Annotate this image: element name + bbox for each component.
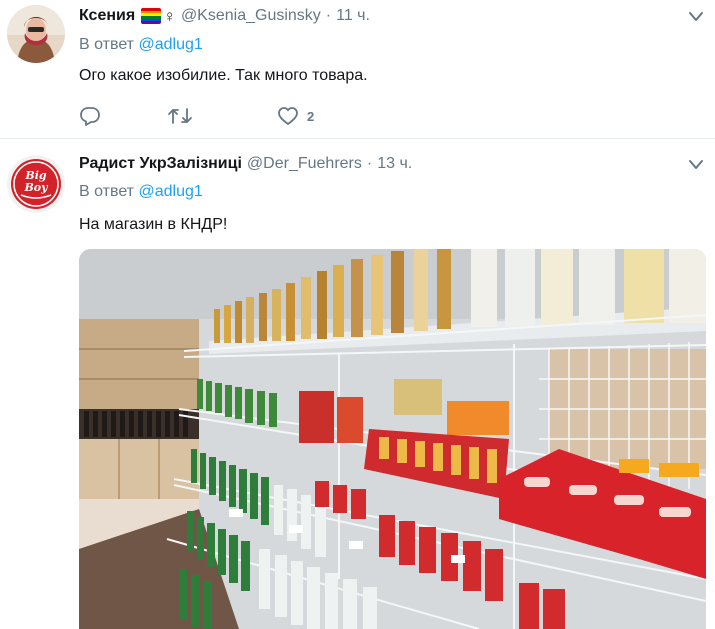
tweet-photo[interactable] — [79, 249, 706, 629]
timestamp[interactable]: 13 ч. — [377, 155, 412, 173]
tweet-text: Ого какое изобилие. Так много товара. — [79, 67, 368, 84]
like-count: 2 — [307, 108, 315, 124]
avatar[interactable] — [7, 5, 65, 63]
user-handle[interactable]: @Der_Fuehrers — [247, 155, 362, 173]
female-sign-icon: ♀ — [163, 6, 176, 26]
user-handle[interactable]: @Ksenia_Gusinsky — [181, 7, 321, 25]
reply-context: В ответ @adlug1 — [79, 36, 203, 54]
tweet-text: На магазин в КНДР! — [79, 216, 228, 233]
reply-context: В ответ @adlug1 — [79, 183, 203, 201]
reply-prefix: В ответ — [79, 36, 135, 53]
tweet-actions: 2 — [79, 104, 314, 128]
tweet[interactable]: Big Boy Радист УкрЗалізниці @Der_Fuehrer… — [0, 138, 715, 629]
like-button[interactable]: 2 — [277, 106, 314, 126]
tweet-header: Ксения ♀ @Ksenia_Gusinsky · 11 ч. — [79, 5, 370, 27]
avatar[interactable]: Big Boy — [7, 155, 65, 213]
display-name[interactable]: Ксения — [79, 7, 135, 25]
reply-prefix: В ответ — [79, 183, 135, 200]
svg-text:Boy: Boy — [23, 181, 49, 194]
reply-mention-link[interactable]: @adlug1 — [138, 36, 202, 53]
reply-mention-link[interactable]: @adlug1 — [138, 183, 202, 200]
heart-icon — [278, 107, 298, 125]
chevron-down-icon[interactable] — [688, 11, 704, 23]
avatar-photo — [7, 5, 65, 63]
name-emojis: ♀ — [141, 8, 176, 25]
separator: · — [366, 155, 373, 172]
retweet-icon — [168, 108, 192, 124]
separator: · — [325, 7, 332, 24]
store-shelves-photo — [79, 249, 706, 629]
tweet[interactable]: Ксения ♀ @Ksenia_Gusinsky · 11 ч. В отве… — [0, 0, 715, 138]
tweet-header: Радист УкрЗалізниці @Der_Fuehrers · 13 ч… — [79, 153, 412, 175]
big-boy-logo-icon: Big Boy — [7, 155, 65, 213]
retweet-button[interactable] — [167, 106, 277, 126]
reply-button[interactable] — [79, 106, 167, 126]
timestamp[interactable]: 11 ч. — [336, 7, 370, 25]
reply-icon — [80, 107, 100, 126]
display-name[interactable]: Радист УкрЗалізниці — [79, 155, 242, 173]
chevron-down-icon[interactable] — [688, 159, 704, 171]
rainbow-flag-icon — [141, 8, 162, 24]
